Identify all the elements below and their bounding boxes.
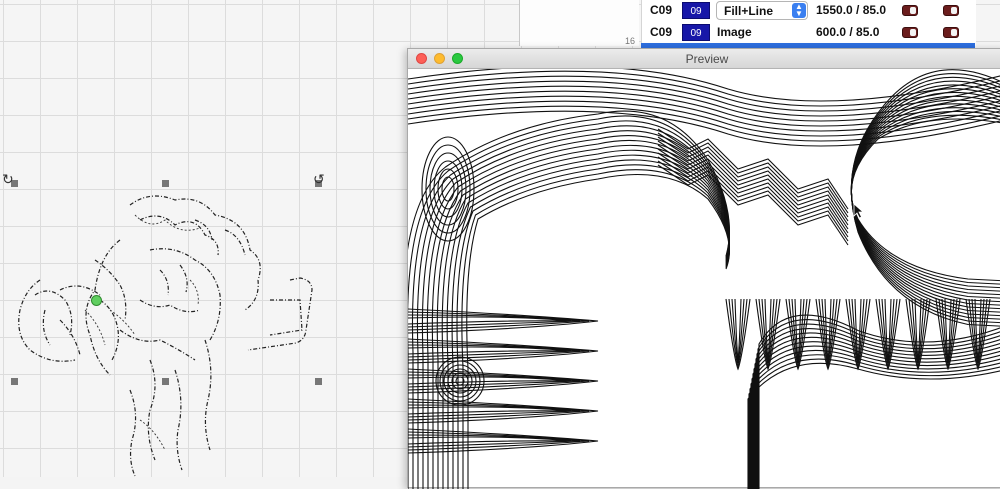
layer-row-2[interactable]: C09 09 Image 600.0 / 85.0: [642, 22, 976, 45]
canvas-artwork[interactable]: [0, 160, 400, 477]
row-number: 16: [625, 36, 635, 46]
layer-color-swatch[interactable]: 09: [682, 24, 710, 41]
selection-handle-middle[interactable]: [162, 378, 169, 385]
toolpath-contour: [750, 355, 1000, 489]
layer-speed-power: 600.0 / 85.0: [816, 25, 879, 39]
layer-color-swatch[interactable]: 09: [682, 2, 710, 19]
chevron-updown-icon: ▲▼: [792, 3, 806, 18]
layer-output-toggle[interactable]: [902, 5, 918, 16]
toolpath-contour: [440, 361, 480, 401]
pointer-cursor-icon: [853, 203, 865, 219]
layer-mode-select[interactable]: Fill+Line ▲▼: [716, 1, 808, 20]
toolpath-contour: [467, 175, 730, 489]
layer-output-toggle[interactable]: [902, 27, 918, 38]
toolbar-fragment: [519, 0, 639, 46]
layer-name: C09: [650, 25, 672, 39]
layer-row-1[interactable]: C09 09 Fill+Line ▲▼ 1550.0 / 85.0: [642, 0, 976, 23]
preview-window: Preview: [407, 48, 1000, 488]
toolpath-contour: [748, 363, 1000, 489]
toolpath-contour: [417, 126, 729, 489]
preview-canvas[interactable]: [408, 69, 1000, 489]
toolpath-contour: [444, 365, 476, 397]
rotate-handle-icon[interactable]: ↺: [313, 172, 325, 186]
layer-mode-value: Fill+Line: [724, 4, 773, 18]
layer-name: C09: [650, 3, 672, 17]
selection-handle-right[interactable]: [315, 378, 322, 385]
selection-handle-top[interactable]: [162, 180, 169, 187]
toolpath-contour: [442, 177, 454, 201]
toolpath-contour: [751, 350, 1000, 489]
origin-marker: [91, 295, 102, 306]
layers-table: C09 09 Fill+Line ▲▼ 1550.0 / 85.0 C09 09…: [641, 0, 976, 46]
rotate-handle-icon[interactable]: ↻: [2, 172, 14, 186]
layer-show-toggle[interactable]: [943, 5, 959, 16]
layer-speed-power: 1550.0 / 85.0: [816, 3, 886, 17]
toolpath-contour: [749, 359, 1000, 489]
preview-toolpath-image: [408, 69, 1000, 489]
layer-mode-value[interactable]: Image: [717, 25, 752, 39]
layer-show-toggle[interactable]: [943, 27, 959, 38]
preview-titlebar[interactable]: Preview: [408, 49, 1000, 69]
selection-handle-left[interactable]: [11, 378, 18, 385]
toolpath-contour: [752, 346, 1000, 489]
preview-title: Preview: [408, 52, 1000, 66]
toolpath-contour: [408, 111, 729, 489]
divider: [519, 0, 520, 46]
